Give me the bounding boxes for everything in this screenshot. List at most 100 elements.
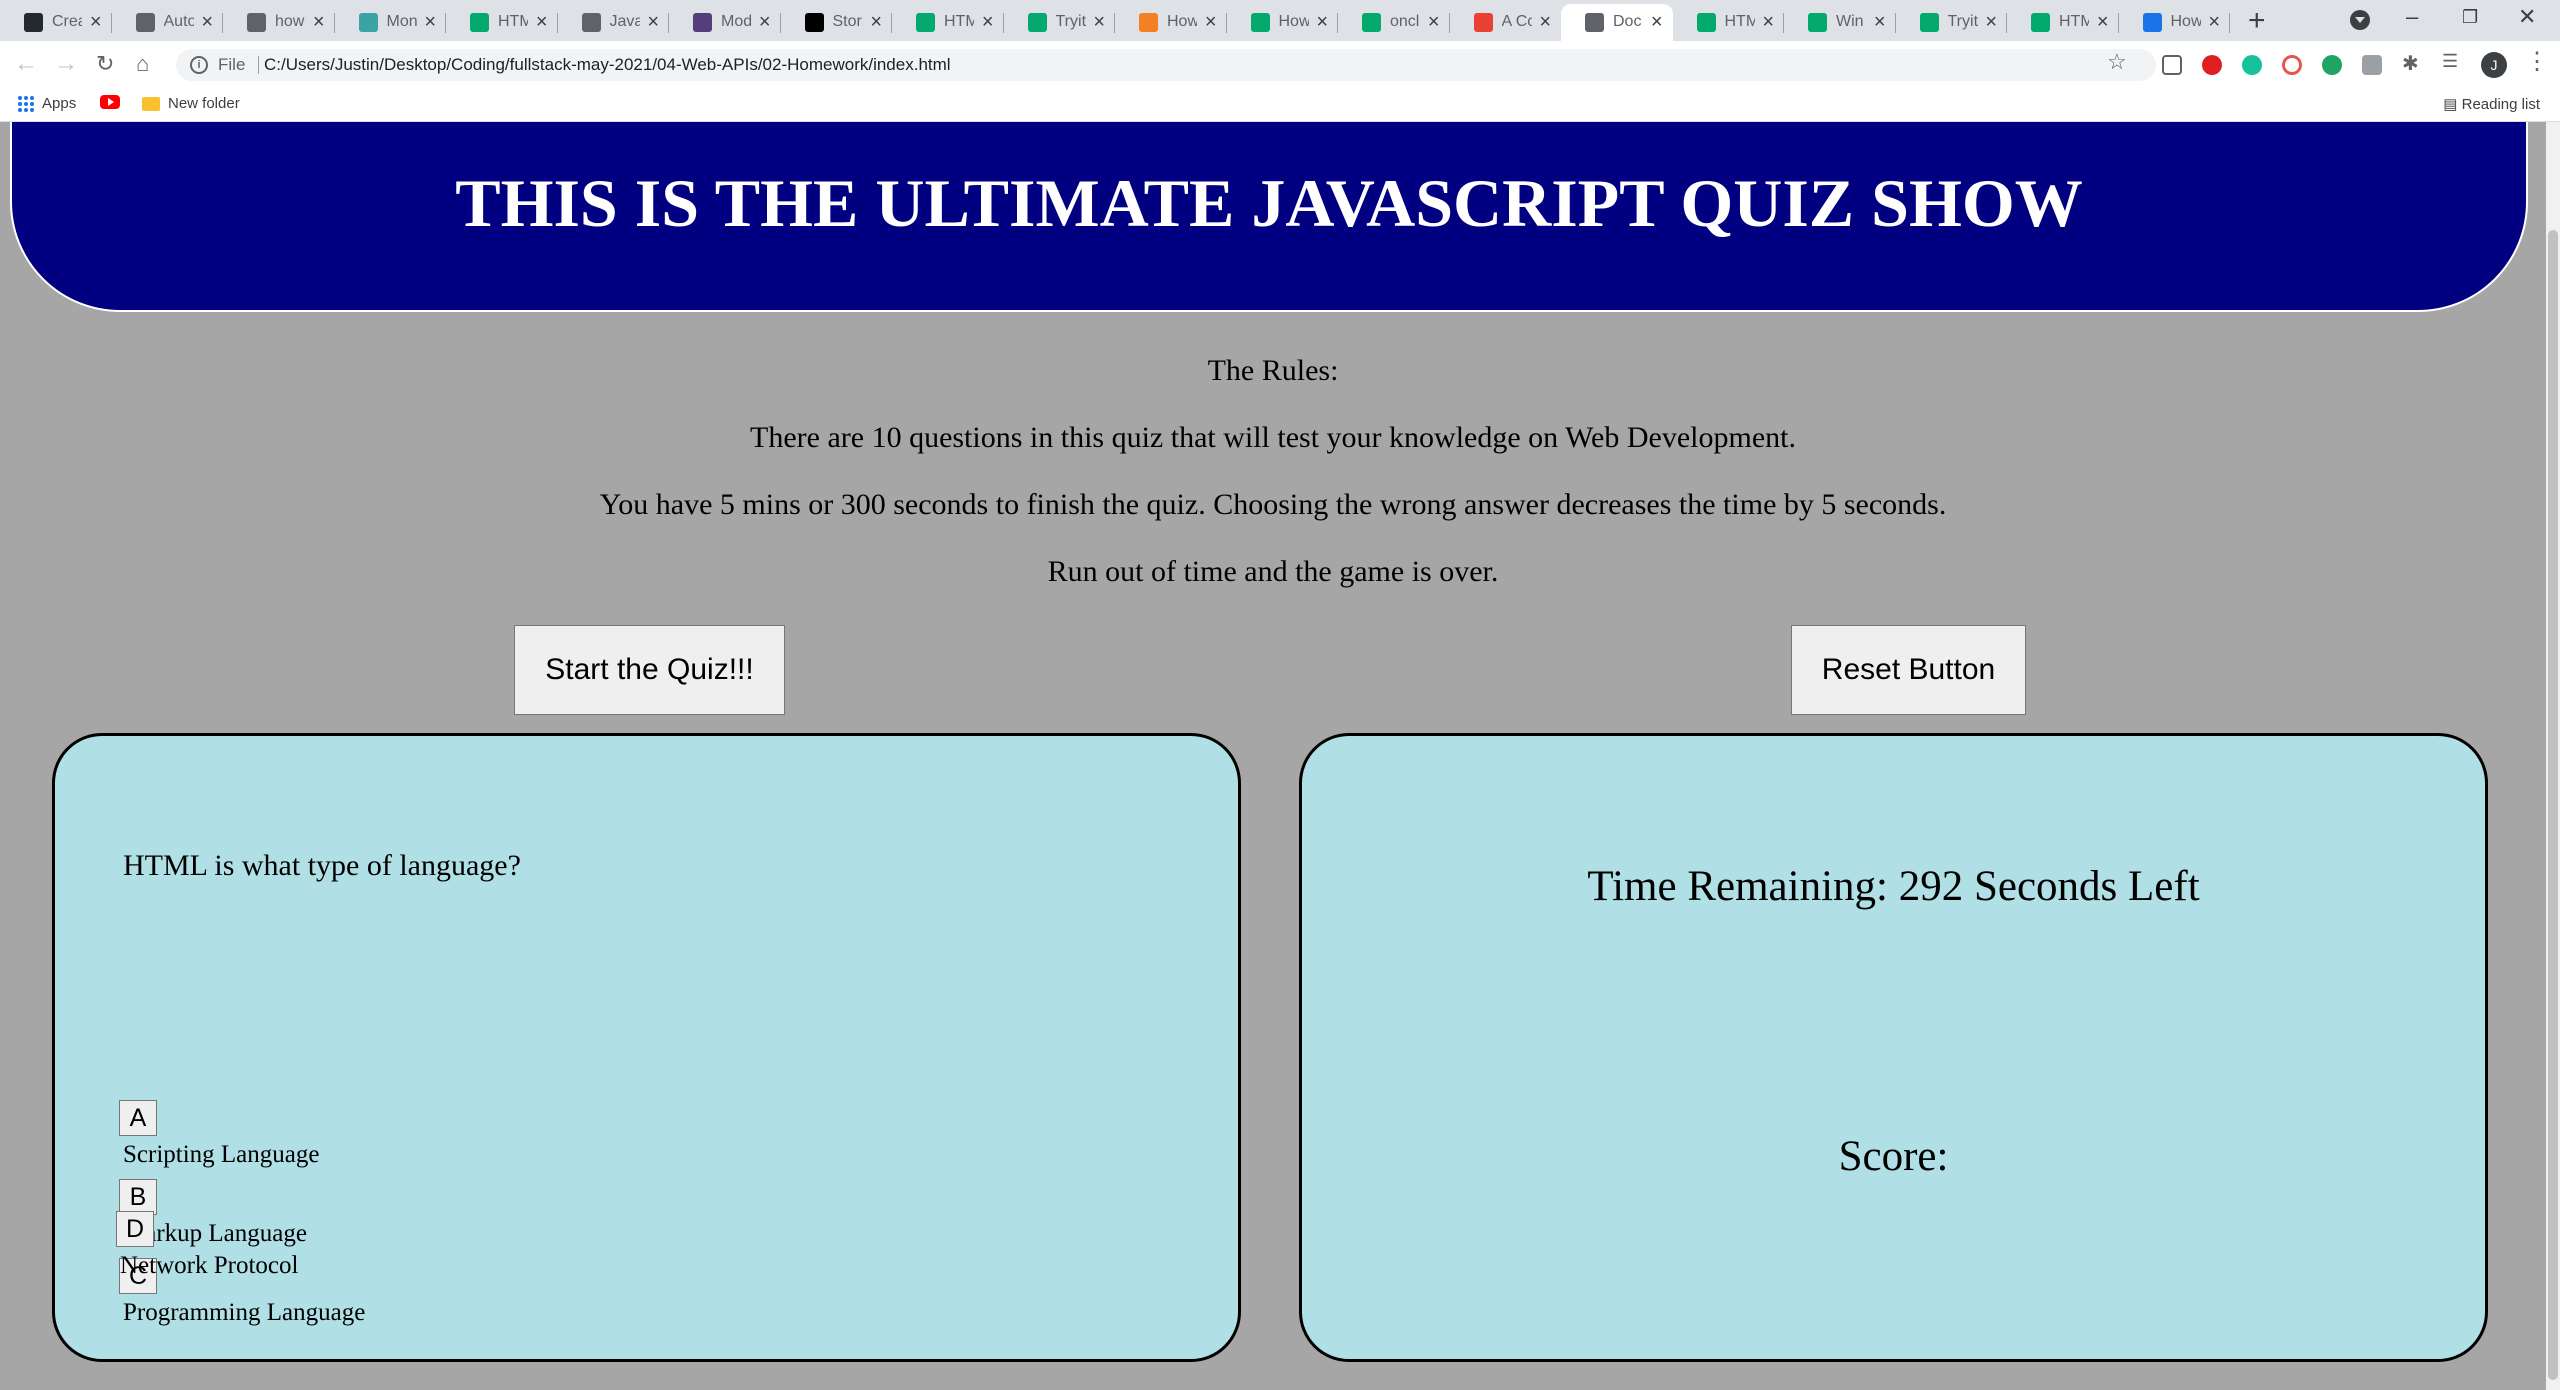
tab-title: Mod bbox=[721, 13, 751, 30]
bookmark-star-icon[interactable]: ☆ bbox=[2107, 49, 2127, 75]
tab-close-icon[interactable]: × bbox=[536, 12, 548, 32]
reload-icon[interactable]: ↻ bbox=[96, 49, 114, 79]
answer-b-button[interactable]: B bbox=[119, 1179, 157, 1215]
browser-tab[interactable]: Crea × bbox=[0, 4, 112, 41]
tab-close-icon[interactable]: × bbox=[647, 12, 659, 32]
browser-tab[interactable]: A Co × bbox=[1450, 4, 1562, 41]
browser-tab[interactable]: oncl × bbox=[1338, 4, 1450, 41]
browser-tab[interactable]: Mod × bbox=[669, 4, 781, 41]
answer-d-button[interactable]: D bbox=[116, 1211, 154, 1247]
tab-title: How bbox=[1167, 13, 1197, 30]
tab-close-icon[interactable]: × bbox=[759, 12, 771, 32]
tab-close-icon[interactable]: × bbox=[1093, 12, 1105, 32]
tab-search-icon[interactable] bbox=[2350, 10, 2370, 30]
w3schools-icon bbox=[1027, 13, 1047, 32]
answer-a-button[interactable]: A bbox=[119, 1100, 157, 1136]
extension-edit-icon[interactable] bbox=[2162, 55, 2182, 75]
close-window-icon[interactable]: ✕ bbox=[2518, 4, 2536, 30]
w3schools-icon bbox=[1919, 13, 1939, 32]
tab-close-icon[interactable]: × bbox=[1762, 12, 1774, 32]
question-card: HTML is what type of language? A Scripti… bbox=[52, 733, 1241, 1362]
browser-tab[interactable]: Auto × bbox=[112, 4, 224, 41]
home-icon[interactable]: ⌂ bbox=[136, 49, 149, 79]
tab-close-icon[interactable]: × bbox=[870, 12, 882, 32]
minimize-icon[interactable]: – bbox=[2406, 4, 2418, 30]
answer-c-button[interactable]: C bbox=[119, 1258, 157, 1294]
tab-title: Crea bbox=[52, 13, 82, 30]
grammarly-icon[interactable] bbox=[2242, 55, 2262, 75]
menu-kebab-icon[interactable]: ⋮ bbox=[2525, 47, 2549, 76]
question-text: HTML is what type of language? bbox=[123, 849, 521, 882]
reading-list[interactable]: ▤ Reading list bbox=[2443, 95, 2540, 113]
tab-close-icon[interactable]: × bbox=[1539, 12, 1551, 32]
browser-tab[interactable]: Win × bbox=[1784, 4, 1896, 41]
status-card: Time Remaining: 292 Seconds Left Score: bbox=[1299, 733, 2488, 1362]
pencil-icon bbox=[1139, 13, 1158, 32]
tab-close-icon[interactable]: × bbox=[1316, 12, 1328, 32]
tab-close-icon[interactable]: × bbox=[313, 12, 325, 32]
url-text[interactable]: C:/Users/Justin/Desktop/Coding/fullstack… bbox=[264, 55, 951, 75]
scrollbar-thumb[interactable] bbox=[2548, 230, 2558, 1380]
back-arrow-icon[interactable]: ← bbox=[14, 49, 38, 79]
address-bar[interactable]: i File C:/Users/Justin/Desktop/Coding/fu… bbox=[176, 49, 2156, 81]
bookmark-youtube[interactable] bbox=[100, 95, 120, 109]
tab-title: Auto bbox=[163, 13, 194, 30]
bookmark-new-folder[interactable]: New folder bbox=[142, 95, 240, 112]
refresh-blue-icon bbox=[2142, 13, 2162, 32]
browser-tab[interactable]: How × bbox=[1115, 4, 1227, 41]
browser-tab[interactable]: HTM × bbox=[892, 4, 1004, 41]
browser-tab[interactable]: Doc × bbox=[1561, 4, 1673, 41]
bootstrap-icon bbox=[693, 13, 712, 32]
browser-tab[interactable]: Tryit × bbox=[1004, 4, 1116, 41]
browser-tab[interactable]: HTM × bbox=[2007, 4, 2119, 41]
rules-heading: The Rules: bbox=[1207, 354, 1339, 387]
browser-tab[interactable]: Java × bbox=[558, 4, 670, 41]
reading-list-icon: ▤ bbox=[2443, 96, 2458, 113]
extension-pdf-icon[interactable] bbox=[2362, 55, 2382, 75]
browser-tab[interactable]: Stor × bbox=[781, 4, 893, 41]
browser-tab[interactable]: how × bbox=[223, 4, 335, 41]
browser-tab[interactable]: Mon × bbox=[335, 4, 447, 41]
browser-tab[interactable]: Tryit × bbox=[1896, 4, 2008, 41]
page-viewport: THIS IS THE ULTIMATE JAVASCRIPT QUIZ SHO… bbox=[0, 122, 2546, 1390]
tab-close-icon[interactable]: × bbox=[2208, 12, 2220, 32]
bookmark-folder-label: New folder bbox=[168, 95, 240, 112]
new-tab-button[interactable]: + bbox=[2248, 6, 2266, 36]
tab-close-icon[interactable]: × bbox=[2097, 12, 2109, 32]
tab-close-icon[interactable]: × bbox=[1205, 12, 1217, 32]
github-icon bbox=[24, 13, 43, 32]
info-icon[interactable]: i bbox=[190, 56, 208, 74]
tab-close-icon[interactable]: × bbox=[982, 12, 994, 32]
browser-tab[interactable]: How × bbox=[2119, 4, 2231, 41]
puzzle-extensions-icon[interactable]: ✱ bbox=[2402, 51, 2422, 75]
tab-title: A Co bbox=[1501, 13, 1532, 30]
extension-red-icon[interactable] bbox=[2202, 55, 2222, 75]
file-scheme-label: File bbox=[218, 55, 246, 74]
tab-close-icon[interactable]: × bbox=[1428, 12, 1440, 32]
browser-tab[interactable]: HTM × bbox=[446, 4, 558, 41]
browser-tab[interactable]: HTM × bbox=[1673, 4, 1785, 41]
youtube-icon bbox=[100, 95, 120, 109]
extension-green-icon[interactable] bbox=[2322, 55, 2342, 75]
tab-close-icon[interactable]: × bbox=[1651, 12, 1663, 32]
tab-title: Mon bbox=[386, 13, 417, 30]
rules-line: Run out of time and the game is over. bbox=[1047, 555, 1499, 588]
header-banner: THIS IS THE ULTIMATE JAVASCRIPT QUIZ SHO… bbox=[10, 122, 2528, 312]
tab-close-icon[interactable]: × bbox=[1874, 12, 1886, 32]
media-queue-icon[interactable]: ☰ bbox=[2442, 51, 2462, 71]
reset-button[interactable]: Reset Button bbox=[1791, 625, 2026, 715]
answer-c-label: Programming Language bbox=[123, 1299, 366, 1326]
tab-title: Stor bbox=[832, 13, 862, 30]
tab-title: Tryit bbox=[1947, 13, 1978, 30]
forward-arrow-icon[interactable]: → bbox=[54, 49, 78, 79]
profile-avatar[interactable]: J bbox=[2481, 52, 2507, 78]
tab-close-icon[interactable]: × bbox=[424, 12, 436, 32]
tab-close-icon[interactable]: × bbox=[201, 12, 213, 32]
restore-icon[interactable]: ❐ bbox=[2462, 7, 2478, 28]
extension-arrow-icon[interactable] bbox=[2282, 55, 2302, 75]
start-quiz-button[interactable]: Start the Quiz!!! bbox=[514, 625, 785, 715]
tab-close-icon[interactable]: × bbox=[1985, 12, 1997, 32]
bookmark-apps[interactable]: Apps bbox=[18, 95, 76, 112]
browser-tab[interactable]: How × bbox=[1227, 4, 1339, 41]
tab-close-icon[interactable]: × bbox=[90, 12, 102, 32]
